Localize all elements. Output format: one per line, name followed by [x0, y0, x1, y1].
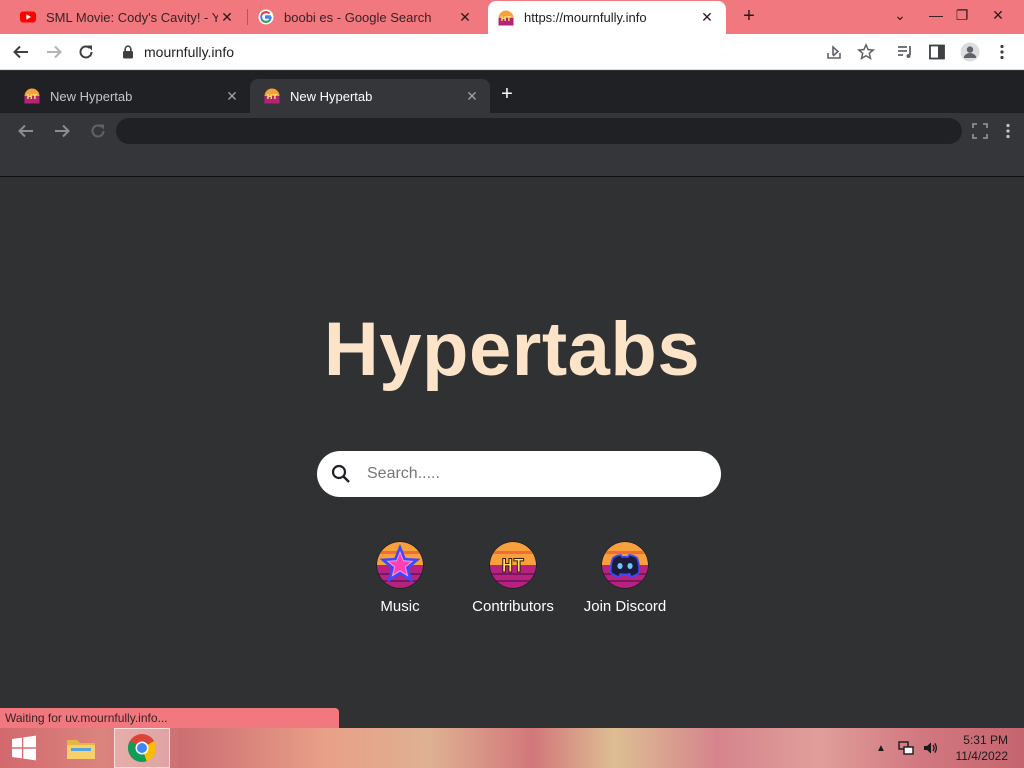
page-title: Hypertabs	[323, 307, 701, 392]
share-icon	[827, 45, 841, 59]
new-tab-button[interactable]: +	[738, 5, 760, 27]
address-text: mournfully.info	[144, 44, 235, 60]
arrow-left-icon	[13, 45, 28, 59]
close-tab-icon[interactable]: ✕	[464, 88, 480, 105]
browser-tab-strip: SML Movie: Cody's Cavity! - YouTube ✕ bo…	[0, 0, 1024, 34]
media-controls-button[interactable]	[893, 40, 917, 64]
arrow-right-icon	[47, 45, 62, 59]
volume-icon[interactable]	[922, 740, 938, 756]
close-tab-icon[interactable]: ✕	[218, 9, 236, 26]
profile-button[interactable]	[958, 40, 982, 64]
kebab-menu-icon	[1000, 44, 1004, 60]
windows-logo-icon	[12, 735, 36, 761]
close-window-button[interactable]: ✕	[982, 0, 1014, 30]
close-tab-icon[interactable]: ✕	[224, 88, 240, 105]
search-input[interactable]	[367, 465, 687, 483]
arrow-right-icon	[55, 124, 70, 138]
svg-text:HT: HT	[501, 15, 512, 23]
file-explorer-button[interactable]	[58, 728, 104, 768]
hypertabs-toolbar	[0, 113, 1024, 177]
discord-link[interactable]: Join Discord	[570, 541, 680, 615]
hypertabs-tab-strip: HT New Hypertab ✕ HT New Hypertab ✕ +	[0, 71, 1024, 113]
back-button[interactable]	[9, 40, 33, 64]
fullscreen-icon	[972, 123, 988, 139]
reload-icon	[79, 45, 93, 59]
fullscreen-button[interactable]	[968, 119, 992, 143]
discord-label: Join Discord	[583, 598, 667, 615]
close-tab-icon[interactable]: ✕	[456, 9, 474, 26]
hypertab-back-button[interactable]	[14, 119, 38, 143]
hypertab-menu-button[interactable]	[996, 119, 1020, 143]
browser-tab-google[interactable]: boobi es - Google Search ✕	[248, 0, 484, 34]
clock-date: 11/4/2022	[955, 749, 1009, 763]
hypertab-title: New Hypertab	[50, 88, 133, 104]
browser-tab-title: SML Movie: Cody's Cavity! - YouTube	[46, 9, 218, 25]
hypertabs-favicon: HT	[264, 88, 280, 104]
reload-button[interactable]	[74, 40, 98, 64]
side-panel-button[interactable]	[925, 40, 949, 64]
svg-text:HT: HT	[502, 555, 525, 577]
lock-icon	[123, 45, 133, 59]
playlist-icon	[898, 46, 911, 58]
new-hypertab-button[interactable]: +	[496, 83, 518, 105]
browser-menu-button[interactable]	[990, 40, 1014, 64]
browser-toolbar: mournfully.info	[0, 34, 1024, 70]
search-icon	[331, 464, 350, 483]
music-link[interactable]: Music	[345, 541, 455, 615]
star-icon	[857, 43, 875, 60]
tab-search-chevron-icon[interactable]: ⌄	[884, 0, 916, 30]
chrome-taskbar-button[interactable]	[114, 728, 170, 768]
hypertabs-favicon: HT	[24, 88, 40, 104]
svg-text:HT: HT	[267, 93, 278, 101]
system-tray: ▲	[876, 728, 938, 768]
contributors-ht-icon: HT	[489, 541, 537, 589]
contributors-link[interactable]: HT Contributors	[458, 541, 568, 615]
search-box[interactable]	[317, 451, 721, 497]
browser-tab-mournfully[interactable]: HT https://mournfully.info ✕	[488, 1, 726, 34]
chrome-icon	[127, 734, 157, 763]
folder-icon	[67, 740, 95, 759]
hypertab-tab[interactable]: HT New Hypertab ✕	[10, 79, 250, 113]
hypertab-address-bar[interactable]	[116, 118, 962, 144]
restore-button[interactable]: ❐	[946, 0, 978, 30]
side-panel-icon	[929, 44, 945, 60]
browser-tab-youtube[interactable]: SML Movie: Cody's Cavity! - YouTube ✕	[10, 0, 246, 34]
taskbar: ▲ 5:31 PM 11/4/2022	[0, 728, 1024, 768]
browser-tab-title: boobi es - Google Search	[284, 9, 432, 25]
google-icon	[258, 9, 274, 25]
svg-text:HT: HT	[27, 93, 38, 101]
status-bar: Waiting for uv.mournfully.info...	[0, 708, 339, 728]
hypertab-tab-active[interactable]: HT New Hypertab ✕	[250, 79, 490, 113]
arrow-left-icon	[18, 124, 33, 138]
music-label: Music	[380, 598, 420, 615]
browser-tab-title: https://mournfully.info	[524, 10, 647, 25]
discord-icon	[601, 541, 649, 589]
hypertab-forward-button[interactable]	[50, 119, 74, 143]
hypertabs-page: Hypertabs Music	[0, 178, 1024, 708]
forward-button[interactable]	[42, 40, 66, 64]
hypertab-title: New Hypertab	[290, 88, 373, 104]
clock-time: 5:31 PM	[963, 733, 1008, 747]
hypertabs-favicon: HT	[498, 10, 514, 25]
hypertab-reload-button[interactable]	[86, 119, 110, 143]
start-button[interactable]	[0, 728, 48, 768]
contributors-label: Contributors	[472, 598, 554, 615]
taskbar-clock[interactable]: 5:31 PM 11/4/2022	[956, 732, 1009, 764]
address-bar[interactable]: mournfully.info	[108, 38, 888, 66]
bookmark-button[interactable]	[854, 40, 878, 64]
avatar-icon	[960, 42, 980, 62]
show-hidden-icons-chevron-icon[interactable]: ▲	[876, 743, 886, 754]
close-tab-icon[interactable]: ✕	[698, 9, 716, 26]
youtube-icon	[20, 11, 36, 23]
kebab-menu-icon	[1006, 123, 1010, 139]
music-star-icon	[376, 541, 424, 589]
share-button[interactable]	[822, 40, 846, 64]
network-icon[interactable]	[898, 740, 914, 756]
reload-icon	[91, 124, 105, 138]
